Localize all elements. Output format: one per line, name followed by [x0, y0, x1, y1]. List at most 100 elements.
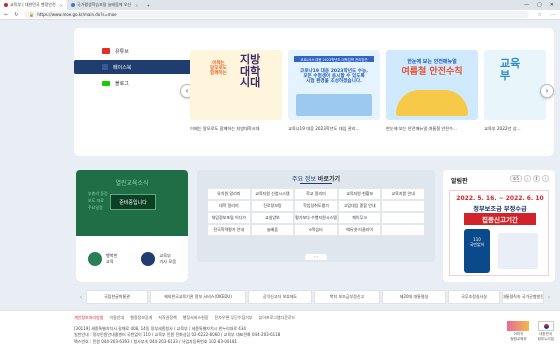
footer-link[interactable]: 행정서비스헌장	[183, 315, 209, 321]
footer-link[interactable]: 전자우편 무단수집거부	[214, 315, 252, 321]
footer-link[interactable]: 이용안내	[109, 315, 124, 321]
site-footer: 개인정보처리방침 이용안내 행정정보공개 저작권정책 행정서비스헌장 전자우편 …	[0, 310, 560, 356]
shortcut-link[interactable]: 대학 알리미	[207, 200, 251, 212]
alarm-prev-button[interactable]: ‹	[524, 175, 531, 182]
moe-favicon-icon	[4, 3, 8, 7]
sns-label: 블로그	[115, 80, 129, 87]
carousel-card[interactable]: 이제는 알모로도 함께하는 지방 대학 시대 이제는 알모로도 함께하는 지방대…	[190, 50, 282, 132]
banner-item[interactable]: 국립한글박물관	[86, 290, 148, 304]
alarm-next-button[interactable]: ›	[542, 175, 549, 182]
carousel-card[interactable]: 교육 부 교육부 2022년 상...	[484, 50, 546, 132]
maximize-icon[interactable]: ▢	[537, 2, 542, 8]
news-link[interactable]: 부총리 동정	[88, 190, 108, 197]
happy-education-button[interactable]: 행복한 교육	[87, 252, 118, 266]
chevron-left-icon: ‹	[185, 87, 189, 95]
shortcut-link[interactable]	[381, 224, 425, 236]
integrity-logo[interactable]: 이미지 청렴교육부	[507, 321, 530, 341]
card-image: 이제는 알모로도 함께하는 지방 대학 시대	[190, 50, 282, 120]
footer-link[interactable]: 행정정보공개	[130, 315, 152, 321]
shortcut-link[interactable]: 진로정보망	[250, 200, 295, 212]
shortcut-link[interactable]: 교육지원 안내	[381, 188, 425, 200]
footer-link[interactable]: 뷰어프로그램다운로드	[259, 315, 296, 321]
shortcut-link[interactable]: 학교 알리미	[294, 188, 338, 200]
article-collection-button[interactable]: 교육부 기사 모음	[141, 252, 176, 266]
shortcut-link[interactable]: 전국학력평가 안내	[207, 224, 251, 236]
close-tab-icon[interactable]: ✕	[60, 3, 63, 8]
gov-portal-logo[interactable]: 대한민국 정부누리집	[537, 321, 554, 341]
shortcut-link[interactable]: 평가보다 수행지원시스템	[294, 212, 338, 224]
carousel-card[interactable]: 한눈에 보는 안전매뉴얼 여름철 안전수칙 한눈에 보는 안전매뉴얼 여름철 안…	[386, 50, 478, 132]
alarm-pause-button[interactable]: Ⅱ	[533, 175, 540, 182]
alarm-title: 알림판	[451, 178, 468, 185]
alarm-poster[interactable]: 2022. 5. 16. ~ 2022. 6. 10 정부보조금 부정수급 집중…	[449, 190, 549, 276]
sns-item-youtube[interactable]: 유튜브	[74, 44, 198, 58]
button-label: 교육부 기사 모음	[159, 253, 177, 264]
back-icon[interactable]: ←	[4, 12, 8, 18]
chevron-right-icon: ›	[545, 87, 549, 95]
sns-item-facebook[interactable]: 페이스북	[74, 60, 198, 74]
new-tab-icon[interactable]: +	[142, 0, 153, 10]
shortcut-link[interactable]: 교육지원 현황보	[337, 188, 382, 200]
card-art-subtitle: 코로나19 대응 2023학년도 대학입학 관리방안	[294, 56, 374, 62]
shortcut-link[interactable]: 학업성취도평가	[294, 200, 338, 212]
banner-prev-button[interactable]: ‹	[76, 291, 86, 303]
address-bar: ← ↻ 🔒 https://www.moe.go.kr/main.do?s=mo…	[0, 10, 560, 20]
carousel-next-button[interactable]: ›	[540, 84, 554, 98]
banner-item[interactable]: 제외한국교육기관 정보 서비스(OKEDU)	[150, 290, 246, 304]
banner-next-button[interactable]: ›	[544, 291, 554, 303]
shortcut-link[interactable]: 교육지원 신청시스템	[250, 188, 295, 200]
info-title: 주요 정보 바로가기	[197, 174, 435, 183]
star-icon[interactable]: ☆	[538, 12, 542, 18]
more-button[interactable]: ···	[305, 254, 327, 260]
banner-item[interactable]: 대통령직속 국가균형발전	[502, 290, 544, 304]
shortcut-link[interactable]	[381, 200, 425, 212]
footer-link[interactable]: 저작권정책	[158, 315, 176, 321]
shortcut-link[interactable]	[381, 212, 425, 224]
shortcut-link[interactable]: 케이무크	[337, 212, 382, 224]
logo-label: 이미지 청렴교육부	[510, 332, 527, 341]
footer-links: 개인정보처리방침 이용안내 행정정보공개 저작권정책 행정서비스헌장 전자우편 …	[74, 315, 295, 321]
sns-label: 유튜브	[115, 48, 129, 55]
shortcut-link[interactable]: 대입정보포털 어디가	[207, 212, 251, 224]
card-art-title: 교육 부	[500, 57, 521, 82]
sns-carousel-panel: 유튜브 페이스북 블로그 ‹ 이제는 알모로도 함께하는 지방 대학 시대 이제…	[74, 28, 554, 156]
shortcut-link[interactable]: 에듀넷·티클리어	[337, 224, 382, 236]
minimize-icon[interactable]: —	[524, 2, 529, 8]
shortcut-link[interactable]: 늘배움	[250, 224, 295, 236]
shortcut-link[interactable]: 고입대입 종합 안내	[337, 200, 382, 212]
browser-tab-bar: 교육부 | 대한민국 행정안전 ✕ 국가평생학습포털 늘배움에 오신 ✕ + —…	[0, 0, 560, 10]
card-image: 코로나19 대응 2023학년도 대학입학 관리방안 코로나19 대응 2023…	[288, 50, 380, 120]
card-caption: 교육부 2022년 상...	[484, 126, 521, 131]
browser-tab-lifelong[interactable]: 국가평생학습포털 늘배움에 오신 ✕	[67, 0, 142, 10]
news-link[interactable]: 보도 자료	[88, 197, 108, 204]
info-title-bold: 바로가기	[317, 176, 340, 183]
banner-item[interactable]: 복지 보조금부정신고	[314, 290, 380, 304]
banner-item[interactable]: 국무조정실사실	[448, 290, 500, 304]
card-illustration	[296, 94, 372, 116]
close-window-icon[interactable]: ✕	[550, 2, 554, 8]
news-title: 열린교육소식	[115, 180, 149, 187]
shortcut-link[interactable]: e학습터	[294, 224, 338, 236]
refresh-icon[interactable]: ↻	[14, 12, 18, 18]
footer-link[interactable]: 개인정보처리방침	[74, 315, 103, 321]
url-field[interactable]: 🔒 https://www.moe.go.kr/main.do?s=moe	[24, 11, 529, 18]
facebook-icon	[102, 64, 108, 70]
footer-address: [30119] 세종특별자치시 갈매로 408, 14동 정부세종청사 / 교육…	[74, 326, 280, 345]
card-image: 한눈에 보는 안전매뉴얼 여름철 안전수칙	[386, 50, 478, 120]
extensions-icon[interactable]: ⋯	[551, 12, 556, 18]
lifelong-favicon-icon	[71, 3, 76, 7]
button-label: 행복한 교육	[105, 253, 118, 264]
browser-tab-moe[interactable]: 교육부 | 대한민국 행정안전 ✕	[0, 0, 68, 10]
news-link[interactable]: 주요일정	[88, 204, 108, 211]
shortcut-link[interactable]: 교실양보	[250, 212, 295, 224]
tab-label: 교육부 | 대한민국 행정안전	[10, 2, 56, 7]
news-live-box: 준비중입니다	[110, 194, 156, 210]
banner-item[interactable]: 제20대 대통령실	[382, 290, 446, 304]
banner-item[interactable]: 공익신고자 보호제도	[248, 290, 312, 304]
alarm-controls: 4/5 ‹ Ⅱ ›	[509, 175, 549, 182]
card-art-title: 지방 대학 시대	[240, 53, 261, 90]
close-tab-icon[interactable]: ✕	[135, 3, 138, 8]
carousel-card[interactable]: 코로나19 대응 2023학년도 대학입학 관리방안 코로나19 대응 2023…	[288, 50, 380, 132]
card-caption: 한눈에 보는 안전매뉴얼 여름철 안전수...	[386, 126, 457, 131]
shortcut-link[interactable]: 유치원 알리미	[207, 188, 251, 200]
